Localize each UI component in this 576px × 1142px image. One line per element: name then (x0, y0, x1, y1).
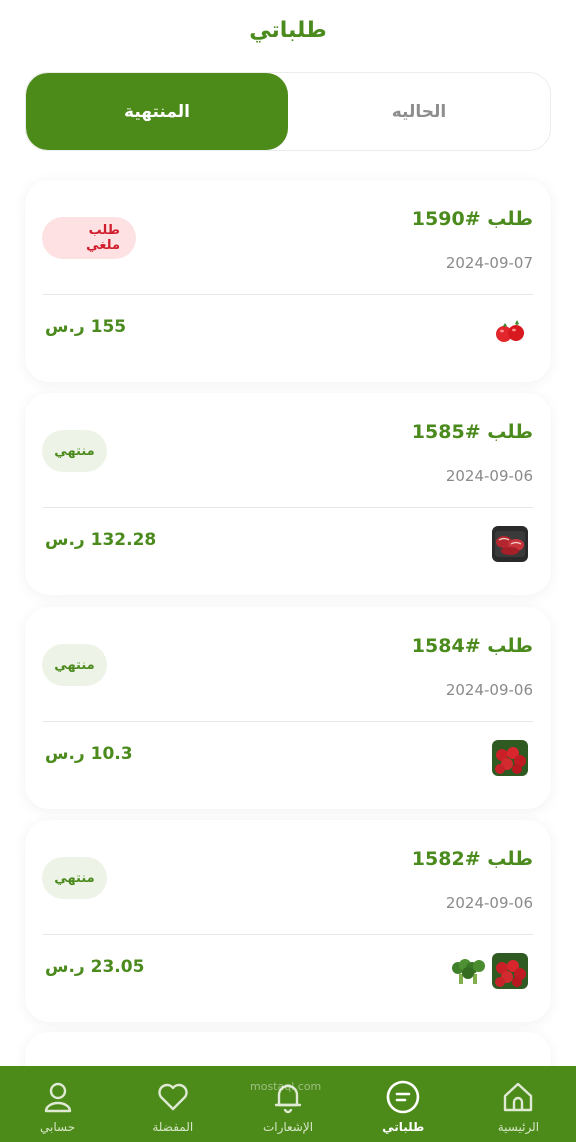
tomatoes-icon (492, 953, 528, 989)
nav-orders[interactable]: طلباتي (346, 1066, 461, 1142)
tab-current[interactable]: الحاليه (288, 73, 550, 150)
nav-label: المفضلة (152, 1120, 194, 1134)
order-card[interactable]: طلب #1585 2024-09-06 منتهي 132.28 ر.س (25, 393, 551, 595)
order-price: 23.05 ر.س (45, 957, 145, 977)
status-badge: منتهي (42, 644, 107, 686)
orders-icon (386, 1080, 420, 1114)
card-divider (43, 934, 533, 935)
order-card[interactable]: طلب #1590 2024-09-07 طلب ملغي 155 ر.س (25, 180, 551, 382)
order-number: طلب #1585 (411, 421, 533, 443)
order-date: 2024-09-07 (445, 254, 533, 272)
order-price: 132.28 ر.س (45, 530, 157, 550)
nav-label: الرئيسية (497, 1120, 540, 1134)
nav-favorites[interactable]: المفضلة (115, 1066, 230, 1142)
order-price: 10.3 ر.س (45, 744, 133, 764)
order-date: 2024-09-06 (445, 467, 533, 485)
order-number: طلب #1582 (411, 848, 533, 870)
home-icon (504, 1082, 533, 1112)
broccoli-icon (450, 953, 486, 989)
nav-label: الإشعارات (262, 1120, 314, 1134)
user-icon (44, 1082, 71, 1113)
card-divider (43, 294, 533, 295)
order-items (491, 312, 529, 350)
order-price: 155 ر.س (45, 317, 127, 337)
order-card[interactable]: طلب #1584 2024-09-06 منتهي 10.3 ر.س (25, 607, 551, 809)
watermark: mostaql.com (250, 1080, 322, 1093)
order-date: 2024-09-06 (445, 681, 533, 699)
order-card[interactable]: طلب #1582 2024-09-06 منتهي 23.05 ر.س (25, 820, 551, 1022)
order-date: 2024-09-06 (445, 894, 533, 912)
nav-label: حسابي (40, 1120, 76, 1134)
bottom-nav: الرئيسية طلباتي الإشعارات المفضلة حسابي (0, 1066, 576, 1142)
card-divider (43, 721, 533, 722)
order-number: طلب #1584 (411, 635, 533, 657)
nav-label: طلباتي (382, 1120, 425, 1134)
tab-finished[interactable]: المنتهية (26, 73, 288, 150)
heart-icon (158, 1083, 188, 1111)
meat-icon (492, 526, 528, 562)
nav-home[interactable]: الرئيسية (461, 1066, 576, 1142)
card-divider (43, 507, 533, 508)
status-badge: منتهي (42, 857, 107, 899)
order-items (449, 952, 529, 990)
tomato-icon (491, 312, 529, 350)
order-items (491, 525, 529, 563)
tomatoes-icon (492, 740, 528, 776)
orders-screen: طلباتي الحاليه المنتهية طلب #1590 2024-0… (0, 0, 576, 1142)
orders-tabs: الحاليه المنتهية (25, 72, 551, 151)
status-badge: طلب ملغي (42, 217, 136, 259)
order-items (491, 739, 529, 777)
status-badge: منتهي (42, 430, 107, 472)
order-number: طلب #1590 (411, 208, 533, 230)
page-title: طلباتي (249, 18, 327, 43)
nav-account[interactable]: حسابي (0, 1066, 115, 1142)
nav-notifications[interactable]: الإشعارات (230, 1066, 345, 1142)
